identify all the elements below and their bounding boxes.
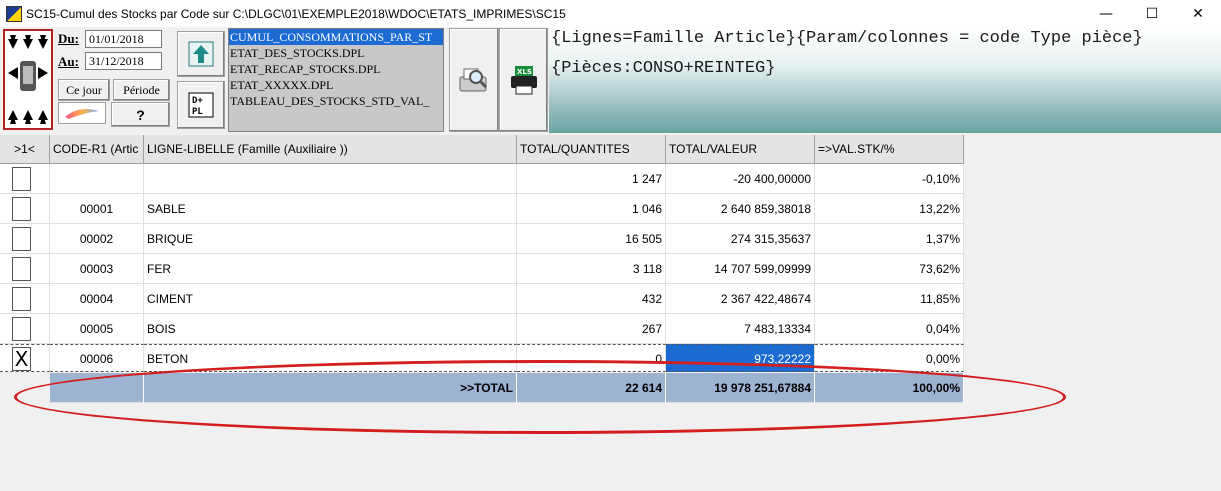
libelle-cell: BRIQUE [144,224,517,254]
table-row[interactable]: 00004 CIMENT 432 2 367 422,48674 11,85% [0,284,964,314]
state-file-list[interactable]: CUMUL_CONSOMMATIONS_PAR_ST ETAT_DES_STOC… [228,28,444,132]
maximize-button[interactable]: ☐ [1129,0,1175,27]
libelle-cell: FER [144,254,517,284]
pourcentage-cell: 73,62% [815,254,964,284]
list-item[interactable]: TABLEAU_DES_STOCKS_STD_VAL_ [229,93,443,109]
quantite-cell: 3 118 [517,254,666,284]
pourcentage-cell: 0,04% [815,314,964,344]
row-checkbox[interactable] [12,227,31,251]
au-label: Au: [58,54,79,69]
libelle-cell: SABLE [144,194,517,224]
row-checkbox[interactable] [12,257,31,281]
table-row[interactable]: 1 247 -20 400,00000 -0,10% [0,164,964,194]
table-row[interactable]: 00002 BRIQUE 16 505 274 315,35637 1,37% [0,224,964,254]
window-controls: — ☐ ✕ [1083,0,1221,27]
close-button[interactable]: ✕ [1175,0,1221,27]
row-checkbox[interactable] [12,167,31,191]
checkbox-cell [0,314,50,344]
svg-text:D+: D+ [192,96,203,106]
upload-arrow-icon [188,41,214,67]
report-header-panel: {Lignes=Famille Article}{Param/colonnes … [549,27,1221,133]
libelle-cell [144,164,517,194]
checkbox-cell [0,254,50,284]
code-cell [50,164,144,194]
quantite-cell: 1 046 [517,194,666,224]
preview-button[interactable] [449,28,499,132]
minimize-button[interactable]: — [1083,0,1129,27]
toolbar: Du: 01/01/2018 Au: 31/12/2018 Ce jour Pé… [0,27,1221,133]
header-line-2: {Pièces:CONSO+REINTEG} [551,59,776,78]
column-header-quantites[interactable]: TOTAL/QUANTITES [517,135,666,164]
palette-button[interactable] [58,102,106,124]
title-bar: SC15-Cumul des Stocks par Code sur C:\DL… [0,0,1221,27]
column-header-select[interactable]: >1< [0,135,50,164]
libelle-cell: CIMENT [144,284,517,314]
upload-button[interactable] [177,31,225,77]
valeur-cell: 274 315,35637 [666,224,815,254]
periode-button[interactable]: Période [113,79,170,101]
quantite-cell: 432 [517,284,666,314]
valeur-cell: 14 707 599,09999 [666,254,815,284]
code-cell: 00005 [50,314,144,344]
svg-text:PL: PL [192,107,203,117]
valeur-cell: 7 483,13334 [666,314,815,344]
navigation-pad[interactable] [3,29,53,130]
du-date-field[interactable]: 01/01/2018 [85,30,162,48]
checkbox-cell: X [0,344,50,372]
column-header-code[interactable]: CODE-R1 (Artic [50,135,144,164]
svg-text:XLS: XLS [517,68,532,76]
list-item[interactable]: ETAT_RECAP_STOCKS.DPL [229,61,443,77]
row-checkbox[interactable] [12,317,31,341]
row-checkbox[interactable] [12,287,31,311]
app-icon [6,5,22,22]
checkbox-cell [0,224,50,254]
row-checkbox[interactable] [12,197,31,221]
pourcentage-cell: 1,37% [815,224,964,254]
annotation-ellipse [14,360,1066,434]
window-title: SC15-Cumul des Stocks par Code sur C:\DL… [26,6,566,21]
checkbox-cell [0,284,50,314]
code-cell: 00002 [50,224,144,254]
xls-printer-icon: XLS [510,66,537,95]
libelle-cell: BOIS [144,314,517,344]
list-item[interactable]: ETAT_XXXXX.DPL [229,77,443,93]
valeur-cell: 2 367 422,48674 [666,284,815,314]
dplus-pl-icon: D+ PL [188,92,214,118]
list-item[interactable]: ETAT_DES_STOCKS.DPL [229,45,443,61]
help-button[interactable]: ? [111,102,170,127]
column-header-valeur[interactable]: TOTAL/VALEUR [666,135,815,164]
table-row[interactable]: 00003 FER 3 118 14 707 599,09999 73,62% [0,254,964,284]
table-row[interactable]: 00001 SABLE 1 046 2 640 859,38018 13,22% [0,194,964,224]
code-cell: 00003 [50,254,144,284]
pourcentage-cell: -0,10% [815,164,964,194]
quantite-cell: 1 247 [517,164,666,194]
valeur-cell: 2 640 859,38018 [666,194,815,224]
xls-export-button[interactable]: XLS [499,28,548,132]
column-header-libelle[interactable]: LIGNE-LIBELLE (Famille (Auxiliaire )) [144,135,517,164]
ce-jour-button[interactable]: Ce jour [58,79,110,101]
table-row[interactable]: 00005 BOIS 267 7 483,13334 0,04% [0,314,964,344]
palette-icon [65,109,99,119]
au-date-field[interactable]: 31/12/2018 [85,52,162,70]
column-header-pourcentage[interactable]: =>VAL.STK/% [815,135,964,164]
dplus-pl-button[interactable]: D+ PL [177,81,225,129]
code-cell: 00006 [50,344,144,372]
checkbox-cell [0,164,50,194]
preview-magnifier-icon [459,68,488,92]
valeur-cell: -20 400,00000 [666,164,815,194]
header-line-1: {Lignes=Famille Article}{Param/colonnes … [551,29,1143,48]
code-cell: 00004 [50,284,144,314]
code-cell: 00001 [50,194,144,224]
pourcentage-cell: 13,22% [815,194,964,224]
checkbox-cell [0,194,50,224]
row-checkbox[interactable]: X [12,347,31,371]
pourcentage-cell: 11,85% [815,284,964,314]
quantite-cell: 16 505 [517,224,666,254]
list-item[interactable]: CUMUL_CONSOMMATIONS_PAR_ST [229,29,443,45]
navigation-arrows-icon [8,35,48,124]
du-label: Du: [58,31,79,46]
quantite-cell: 267 [517,314,666,344]
